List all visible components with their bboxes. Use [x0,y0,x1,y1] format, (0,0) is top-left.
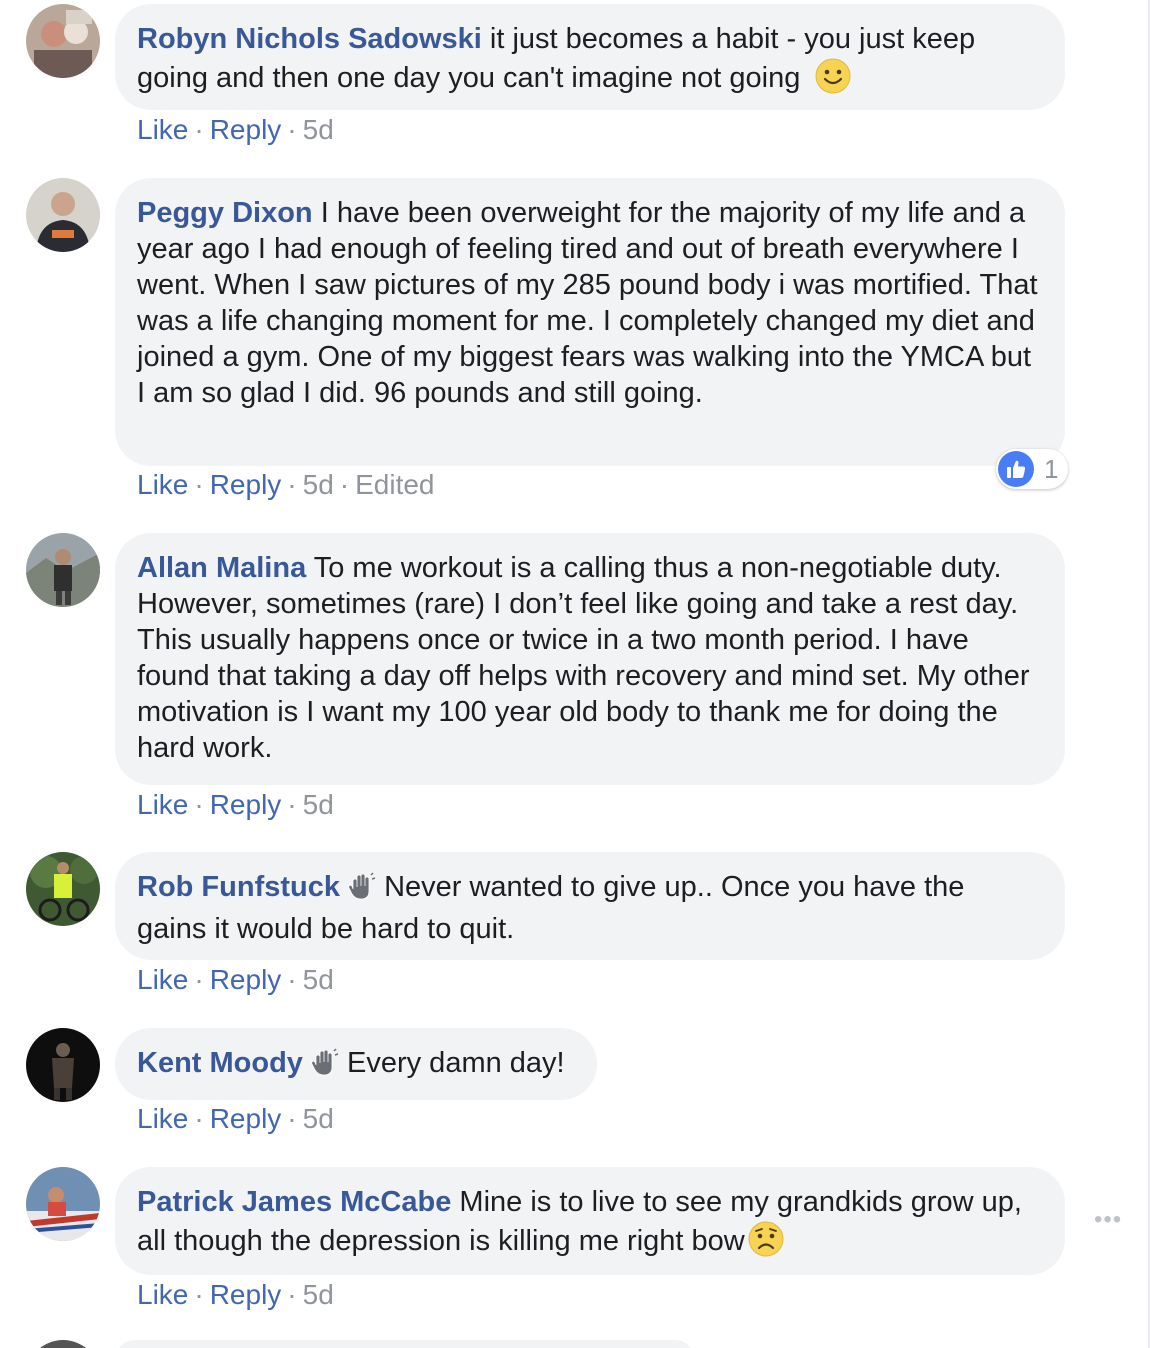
comment-text: Every damn day! [347,1047,565,1079]
comment-bubble: Patrick James McCabe Mine is to live to … [115,1167,1065,1275]
avatar[interactable] [26,533,100,607]
comment-author[interactable]: Kent Moody [137,1047,303,1079]
comments-page: Robyn Nichols Sadowski it just becomes a… [0,0,1150,1348]
comment-bubble [115,1340,695,1348]
timestamp[interactable]: 5d [303,114,334,145]
comment-author[interactable]: Allan Malina [137,552,306,584]
comment-actions: Like · Reply · 5d [137,1102,334,1136]
like-link[interactable]: Like [137,469,188,500]
thumbs-up-icon [998,451,1034,487]
timestamp[interactable]: 5d [303,1279,334,1310]
timestamp[interactable]: 5d [303,1103,334,1134]
separator-dot: · [287,469,297,500]
comment-actions: Like · Reply · 5d [137,788,334,822]
comment-bubble: Robyn Nichols Sadowski it just becomes a… [115,4,1065,110]
separator-dot: · [287,789,297,820]
avatar[interactable] [26,1167,100,1241]
separator-dot: · [194,469,204,500]
separator-dot: · [194,1103,204,1134]
separator-dot: · [194,964,204,995]
comment-actions: Like · Reply · 5d [137,1278,334,1312]
reaction-summary[interactable]: 1 [996,449,1069,489]
comment-actions: Like · Reply · 5d [137,113,334,147]
reply-link[interactable]: Reply [210,964,282,995]
comment-bubble: Kent Moody Every damn day! [115,1028,597,1100]
comment-bubble: Peggy Dixon I have been overweight for t… [115,178,1065,466]
avatar[interactable] [26,4,100,78]
edited-label[interactable]: Edited [355,469,434,500]
avatar[interactable] [26,1028,100,1102]
separator-dot: · [194,789,204,820]
smile-emoji [814,57,852,104]
avatar[interactable] [26,852,100,926]
reply-link[interactable]: Reply [210,789,282,820]
comment-author[interactable]: Robyn Nichols Sadowski [137,23,482,55]
comment-author[interactable]: Rob Funfstuck [137,871,340,903]
separator-dot: · [287,964,297,995]
timestamp[interactable]: 5d [303,964,334,995]
separator-dot: · [194,114,204,145]
like-link[interactable]: Like [137,114,188,145]
reply-link[interactable]: Reply [210,469,282,500]
like-link[interactable]: Like [137,964,188,995]
separator-dot: · [339,469,350,500]
comment-author[interactable]: Patrick James McCabe [137,1186,451,1218]
reply-link[interactable]: Reply [210,1103,282,1134]
like-link[interactable]: Like [137,1279,188,1310]
separator-dot: · [287,1103,297,1134]
like-link[interactable]: Like [137,1103,188,1134]
worried-emoji [747,1220,785,1267]
comment-bubble: Rob Funfstuck Never wanted to give up.. … [115,852,1065,960]
waving-hand-icon[interactable] [309,1048,339,1087]
comment-actions: Like · Reply · 5d [137,963,334,997]
timestamp[interactable]: 5d [303,469,334,500]
waving-hand-icon[interactable] [346,872,376,911]
comment-actions: Like · Reply · 5d · Edited [137,468,435,502]
comment-bubble: Allan Malina To me workout is a calling … [115,533,1065,785]
comment-author[interactable]: Peggy Dixon [137,197,313,229]
separator-dot: · [287,1279,297,1310]
avatar[interactable] [26,178,100,252]
reply-link[interactable]: Reply [210,114,282,145]
reply-link[interactable]: Reply [210,1279,282,1310]
like-link[interactable]: Like [137,789,188,820]
separator-dot: · [287,114,297,145]
reaction-count: 1 [1044,453,1059,484]
more-options-button[interactable]: ••• [1094,1206,1122,1234]
timestamp[interactable]: 5d [303,789,334,820]
avatar[interactable] [26,1340,100,1348]
separator-dot: · [194,1279,204,1310]
